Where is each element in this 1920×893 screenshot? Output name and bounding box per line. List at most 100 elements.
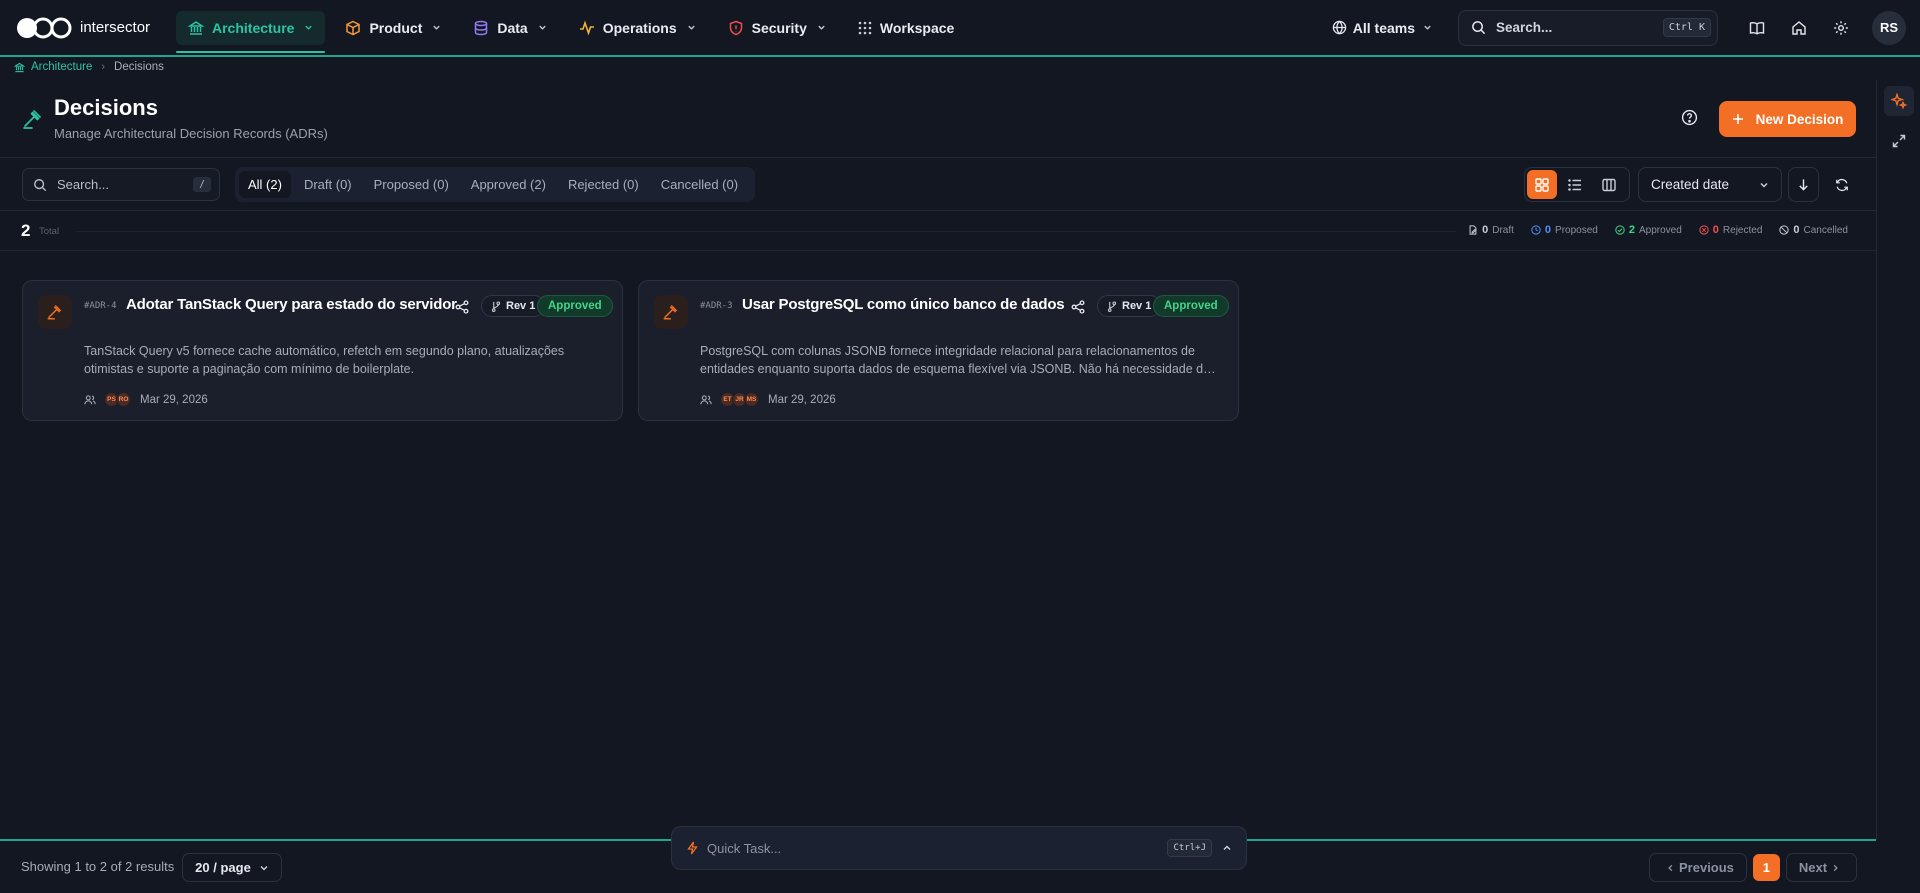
participant-avatars: ET JR MS [720,392,759,407]
next-page-button[interactable]: Next [1785,853,1858,882]
decision-card[interactable]: #ADR-3 Usar PostgreSQL como único banco … [638,280,1239,421]
breadcrumb-parent-label: Architecture [31,61,93,73]
revision-badge[interactable]: Rev 1 [1097,295,1162,317]
page-size-select[interactable]: 20 / page [182,853,282,882]
chevron-down-icon [1423,23,1432,32]
app-name: intersector [80,19,151,36]
grid-view-button[interactable] [1527,170,1558,199]
chevron-down-icon [687,23,696,32]
ban-icon [1779,225,1790,235]
user-avatar[interactable]: RS [1872,10,1906,45]
gear-icon[interactable] [1830,17,1852,39]
decision-title[interactable]: Usar PostgreSQL como único banco de dado… [742,296,1065,313]
grid-icon [1535,177,1549,192]
help-circle-icon[interactable] [1681,109,1698,126]
nav-operations[interactable]: Operations [567,11,708,45]
next-label: Next [1798,860,1828,875]
nav-workspace[interactable]: Workspace [846,11,966,45]
nav-product[interactable]: Product [333,11,453,45]
right-rail [1876,80,1920,840]
stat-label: Cancelled [1803,224,1848,236]
stat-label: Approved [1638,224,1682,236]
cube-icon [345,20,361,36]
team-selector-label: All teams [1352,19,1415,36]
users-icon [700,394,712,406]
activity-icon [579,20,595,36]
docs-book-icon[interactable] [1746,17,1768,39]
app-logo[interactable]: intersector [16,16,150,40]
tab-all[interactable]: All (2) [239,171,291,198]
global-search[interactable]: Search... Ctrl K [1458,9,1718,46]
chevron-left-icon [1666,863,1675,873]
ai-sparkle-button[interactable] [1883,86,1914,116]
sort-field-select[interactable]: Created date [1638,167,1782,202]
stat-label: Rejected [1722,224,1763,236]
nav-security[interactable]: Security [716,11,838,45]
quick-task-input[interactable]: Quick Task... Ctrl+J [671,826,1247,870]
nav-label: Workspace [879,19,955,36]
x-circle-icon [1699,225,1709,235]
breadcrumb-architecture[interactable]: Architecture [14,61,92,73]
page-subtitle: Manage Architectural Decision Records (A… [54,126,328,141]
primary-nav: Architecture Product Data Operations Sec… [176,0,974,56]
decision-card[interactable]: #ADR-4 Adotar TanStack Query para estado… [22,280,623,421]
decision-id: #ADR-4 [84,301,117,311]
team-selector[interactable]: All teams [1332,20,1432,36]
participant-avatar[interactable]: RO [116,392,131,407]
decision-description: TanStack Query v5 fornece cache automáti… [84,344,565,376]
tab-proposed[interactable]: Proposed (0) [365,171,458,198]
decision-description: PostgreSQL com colunas JSONB fornece int… [700,344,1211,376]
status-summary: 2 Total 0 Draft 0 Proposed 2 Approved 0 … [0,212,1876,251]
building-columns-icon [14,62,25,73]
decision-title[interactable]: Adotar TanStack Query para estado do ser… [126,296,457,313]
tab-cancelled[interactable]: Cancelled (0) [652,171,747,198]
gavel-icon [21,107,45,131]
expand-button[interactable] [1884,126,1914,156]
revision-label: Rev 1 [1122,300,1152,312]
plus-icon [1732,113,1744,125]
page-number-1[interactable]: 1 [1752,854,1780,881]
tab-approved[interactable]: Approved (2) [462,171,555,198]
users-icon [84,394,96,406]
nav-label: Product [369,19,423,36]
stat-label: Draft [1492,224,1514,236]
share-icon[interactable] [1071,300,1085,314]
tab-draft[interactable]: Draft (0) [295,171,361,198]
tab-rejected[interactable]: Rejected (0) [559,171,648,198]
breadcrumb-current: Decisions [114,61,164,73]
home-icon[interactable] [1788,17,1810,39]
chevron-right-icon [1831,863,1840,873]
git-branch-icon [491,300,501,312]
revision-badge[interactable]: Rev 1 [481,295,546,317]
board-view-button[interactable] [1594,170,1624,199]
search-icon [33,178,47,192]
chevron-up-icon[interactable] [1222,843,1232,853]
sort-field-label: Created date [1651,177,1730,192]
share-icon[interactable] [455,300,469,314]
logo-mark-icon [16,16,74,40]
file-pen-icon [1468,225,1478,235]
stat-count: 0 [1544,224,1552,236]
decision-search-input[interactable]: Search... / [22,168,220,201]
sort-direction-button[interactable] [1788,167,1819,202]
new-decision-button[interactable]: New Decision [1719,101,1856,137]
participant-avatar[interactable]: MS [744,392,759,407]
list-view-button[interactable] [1560,170,1590,199]
nav-label: Operations [602,19,677,36]
top-right-actions: All teams Search... Ctrl K RS [1332,0,1920,56]
stat-rejected: 0 Rejected [1699,224,1763,236]
quick-task-placeholder: Quick Task... [707,840,782,856]
stat-approved: 2 Approved [1615,224,1682,236]
nav-architecture[interactable]: Architecture [176,10,326,53]
previous-page-button[interactable]: Previous [1649,853,1747,882]
global-search-placeholder: Search... [1496,20,1553,35]
status-badge: Approved [537,295,613,317]
stat-draft: 0 Draft [1468,224,1514,236]
decision-date: Mar 29, 2026 [140,393,208,406]
refresh-button[interactable] [1826,167,1857,202]
quick-task-shortcut: Ctrl+J [1167,839,1212,857]
gavel-icon [38,295,72,329]
nav-data[interactable]: Data [461,11,558,45]
nav-label: Data [497,19,528,36]
expand-icon [1892,134,1906,148]
